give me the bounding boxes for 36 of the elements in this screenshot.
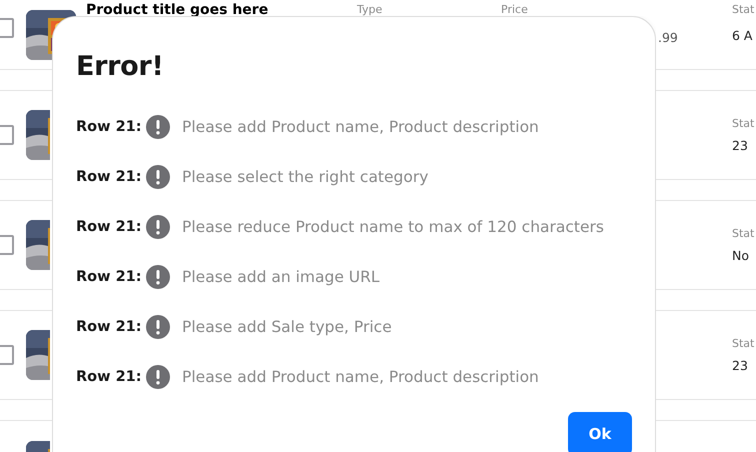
- checkbox[interactable]: [0, 345, 14, 365]
- status-label: Stat: [732, 227, 756, 240]
- checkbox[interactable]: [0, 235, 14, 255]
- error-message: Please reduce Product name to max of 120 characters: [182, 218, 604, 236]
- exclamation-icon: [146, 265, 170, 289]
- dialog-title: Error!: [76, 51, 164, 82]
- status-value: No: [732, 248, 750, 263]
- row-label: Row 21:: [76, 219, 143, 235]
- error-message: Please add an image URL: [182, 268, 380, 286]
- status-label: Stat: [732, 337, 756, 350]
- status-value: 23: [732, 138, 749, 153]
- exclamation-icon: [146, 365, 170, 389]
- checkbox[interactable]: [0, 125, 14, 145]
- exclamation-icon: [146, 315, 170, 339]
- error-message: Please add Sale type, Price: [182, 318, 392, 336]
- price-label: Price: [501, 3, 529, 16]
- row-label: Row 21:: [76, 319, 143, 335]
- status-value: 23: [732, 358, 749, 373]
- price-value: .99: [658, 30, 679, 45]
- type-label: Type: [357, 3, 384, 16]
- error-message: Please select the right category: [182, 168, 428, 186]
- status-label: Stat: [732, 3, 756, 16]
- checkbox[interactable]: [0, 18, 14, 38]
- ok-button[interactable]: Ok: [568, 412, 632, 452]
- row-label: Row 21:: [76, 369, 143, 385]
- row-label: Row 21:: [76, 119, 143, 135]
- error-message: Please add Product name, Product description: [182, 118, 539, 136]
- product-title: Product title goes here: [86, 2, 270, 18]
- exclamation-icon: [146, 115, 170, 139]
- row-label: Row 21:: [76, 169, 143, 185]
- error-message: Please add Product name, Product description: [182, 368, 539, 386]
- row-label: Row 21:: [76, 269, 143, 285]
- exclamation-icon: [146, 165, 170, 189]
- exclamation-icon: [146, 215, 170, 239]
- status-value: 6 A: [732, 28, 754, 43]
- status-label: Stat: [732, 117, 756, 130]
